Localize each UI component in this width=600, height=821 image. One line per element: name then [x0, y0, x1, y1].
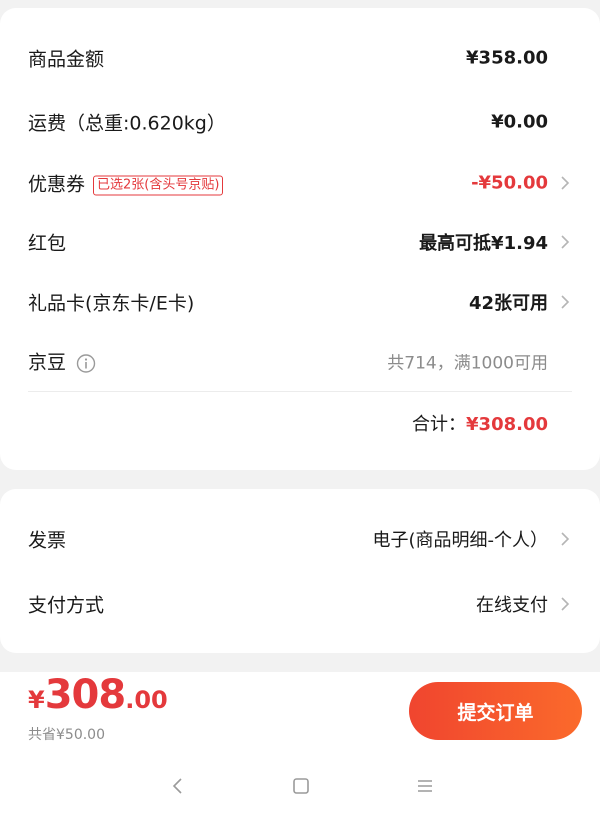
- price-decimal: .00: [125, 686, 168, 714]
- coupon-tag: 已选2张(含头号京贴): [93, 175, 224, 195]
- goods-amount-row: 商品金额 ¥358.00: [0, 28, 600, 88]
- chevron-right-icon: [561, 295, 570, 309]
- invoice-label: 发票: [28, 529, 67, 552]
- info-icon[interactable]: [76, 353, 96, 373]
- divider: [28, 391, 572, 392]
- invoice-row[interactable]: 发票 电子(商品明细-个人）: [0, 509, 600, 569]
- gift-card-row[interactable]: 礼品卡(京东卡/E卡) 42张可用: [0, 272, 600, 332]
- invoice-payment-card: 发票 电子(商品明细-个人） 支付方式 在线支付: [0, 489, 600, 653]
- coupon-label-wrap: 优惠券 已选2张(含头号京贴): [28, 170, 224, 197]
- red-packet-label: 红包: [28, 232, 67, 255]
- price-integer: 308: [44, 672, 126, 718]
- total-row: 合计：¥308.00: [412, 410, 548, 436]
- chevron-right-icon: [561, 532, 570, 546]
- menu-icon[interactable]: [413, 774, 437, 798]
- price-currency: ¥: [28, 686, 45, 714]
- red-packet-value: 最高可抵¥1.94: [419, 233, 548, 254]
- jd-beans-value: 共714，满1000可用: [387, 353, 548, 374]
- jd-beans-label: 京豆: [28, 351, 67, 374]
- goods-amount-value: ¥358.00: [466, 47, 548, 69]
- goods-amount-label: 商品金额: [28, 48, 105, 71]
- coupon-label: 优惠券: [28, 173, 86, 196]
- gift-card-label: 礼品卡(京东卡/E卡): [28, 292, 195, 315]
- order-summary-card: 商品金额 ¥358.00 运费（总重:0.620kg） ¥0.00 优惠券 已选2…: [0, 8, 600, 470]
- total-value: ¥308.00: [466, 414, 548, 435]
- shipping-value: ¥0.00: [491, 111, 548, 133]
- jd-beans-label-wrap: 京豆: [28, 348, 96, 375]
- red-packet-row[interactable]: 红包 最高可抵¥1.94: [0, 212, 600, 272]
- saved-amount: 共省¥50.00: [28, 727, 105, 743]
- invoice-value: 电子(商品明细-个人）: [372, 530, 548, 551]
- chevron-right-icon: [561, 176, 570, 190]
- gift-card-value: 42张可用: [468, 293, 548, 314]
- chevron-right-icon: [561, 235, 570, 249]
- payment-label: 支付方式: [28, 594, 105, 617]
- submit-order-button[interactable]: 提交订单: [409, 682, 582, 740]
- checkout-bar: ¥308.00 共省¥50.00 提交订单: [0, 672, 600, 748]
- shipping-label: 运费（总重:0.620kg）: [28, 112, 226, 135]
- coupon-value: -¥50.00: [471, 172, 548, 194]
- jd-beans-row: 京豆 共714，满1000可用: [0, 331, 600, 391]
- back-icon[interactable]: [166, 774, 190, 798]
- payment-row[interactable]: 支付方式 在线支付: [0, 574, 600, 634]
- coupon-row[interactable]: 优惠券 已选2张(含头号京贴) -¥50.00: [0, 153, 600, 213]
- chevron-right-icon: [561, 597, 570, 611]
- total-label: 合计：: [412, 414, 467, 435]
- total-price: ¥308.00: [28, 672, 168, 718]
- home-icon[interactable]: [289, 774, 313, 798]
- system-nav-bar: [0, 748, 600, 821]
- shipping-row: 运费（总重:0.620kg） ¥0.00: [0, 92, 600, 152]
- payment-value: 在线支付: [476, 595, 548, 616]
